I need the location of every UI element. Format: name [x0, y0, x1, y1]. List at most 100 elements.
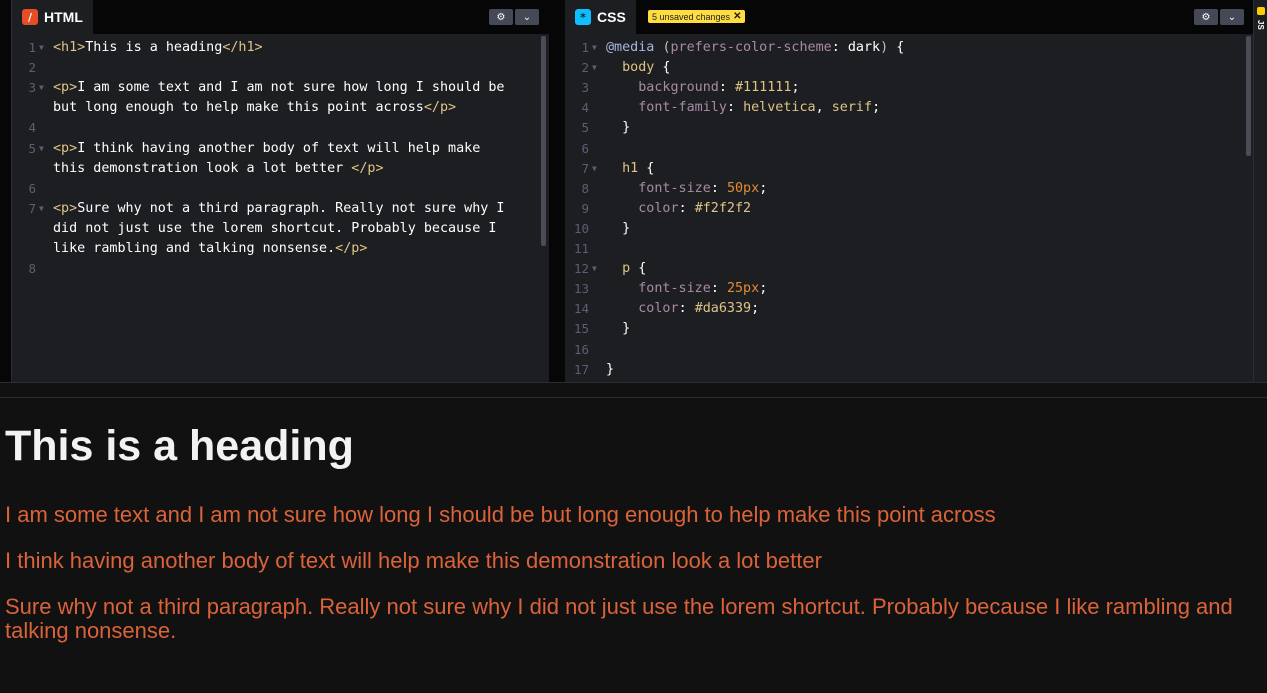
- code-text: background: #111111;: [638, 80, 800, 96]
- js-tab-label: JS: [1256, 20, 1265, 30]
- line-number: 3: [28, 80, 36, 96]
- unsaved-changes-label: 5 unsaved changes: [652, 11, 731, 22]
- css-code-line[interactable]: 17}: [565, 360, 1243, 380]
- line-number: 6: [581, 140, 589, 156]
- line-number: 10: [573, 220, 589, 236]
- fold-arrow-icon[interactable]: ▼: [592, 159, 597, 179]
- html-code-editor[interactable]: 1 ▼ <h1>This is a heading</h1> 2 3 ▼ <p>I am s…: [12, 34, 549, 382]
- js-logo-icon: [1257, 7, 1265, 15]
- html-code-line[interactable]: 6: [12, 179, 539, 199]
- code-text: <p>Sure why not a third paragraph. Reall…: [53, 200, 505, 216]
- preview-paragraph-3: Sure why not a third paragraph. Really n…: [5, 594, 1233, 643]
- fold-arrow-icon[interactable]: ▼: [592, 58, 597, 78]
- line-number: 2: [28, 60, 36, 76]
- html-code-line[interactable]: this demonstration look a lot better </p…: [12, 159, 539, 179]
- css-code-line[interactable]: 1 ▼ @media (prefers-color-scheme: dark) {: [565, 38, 1243, 58]
- line-number: 14: [573, 301, 589, 317]
- css-tab[interactable]: * CSS: [565, 0, 636, 34]
- css-code-line[interactable]: 4 font-family: helvetica, serif;: [565, 98, 1243, 118]
- unsaved-changes-badge[interactable]: 5 unsaved changes ✕: [648, 10, 746, 23]
- css-code-line[interactable]: 15 }: [565, 319, 1243, 339]
- preview-paragraph-2: I think having another body of text will…: [5, 548, 822, 573]
- line-number: 17: [573, 361, 589, 377]
- fold-arrow-icon[interactable]: ▼: [39, 38, 44, 58]
- html-code-line[interactable]: 2: [12, 58, 539, 78]
- line-number: 8: [581, 180, 589, 196]
- chevron-down-icon[interactable]: ⌄: [1220, 9, 1244, 25]
- html-code-line[interactable]: 3 ▼ <p>I am some text and I am not sure ho…: [12, 78, 539, 98]
- html-code-line[interactable]: like rambling and talking nonsense.</p>: [12, 239, 539, 259]
- css-editor-pane: * CSS 5 unsaved changes ✕ ⚙ ⌄ 1 ▼ @media (…: [565, 0, 1253, 382]
- css-scrollbar[interactable]: [1246, 36, 1251, 156]
- line-number: 4: [581, 100, 589, 116]
- code-text: }: [606, 220, 631, 236]
- editor-preview-resizer[interactable]: [0, 382, 1267, 398]
- fold-arrow-icon[interactable]: ▼: [39, 78, 44, 98]
- code-text: font-family: helvetica, serif;: [638, 100, 881, 116]
- html-code-line[interactable]: did not just use the lorem shortcut. Pro…: [12, 219, 539, 239]
- line-number: 13: [573, 281, 589, 297]
- html-code-line[interactable]: 1 ▼ <h1>This is a heading</h1>: [12, 38, 539, 58]
- fold-arrow-icon[interactable]: ▼: [592, 38, 597, 58]
- html-code-line[interactable]: but long enough to help make this point …: [12, 98, 539, 118]
- css-code-line[interactable]: 5 }: [565, 118, 1243, 138]
- html-tabbar: / HTML ⚙ ⌄: [12, 0, 549, 34]
- gear-icon[interactable]: ⚙: [1194, 9, 1218, 25]
- line-number: 5: [28, 140, 36, 156]
- code-text: }: [606, 120, 631, 136]
- css-code-line[interactable]: 13 font-size: 25px;: [565, 279, 1243, 299]
- html-scrollbar[interactable]: [541, 36, 546, 246]
- line-number: 16: [573, 341, 589, 357]
- fold-arrow-icon[interactable]: ▼: [592, 259, 597, 279]
- line-number: 7: [28, 200, 36, 216]
- css-code-line[interactable]: 11: [565, 239, 1243, 259]
- line-number: 11: [573, 241, 589, 256]
- code-text: did not just use the lorem shortcut. Pro…: [53, 220, 497, 236]
- css-tabbar: * CSS 5 unsaved changes ✕ ⚙ ⌄: [565, 0, 1253, 34]
- html-code-line[interactable]: 5 ▼ <p>I think having another body of text…: [12, 139, 539, 159]
- html-code-line[interactable]: 8: [12, 259, 539, 279]
- css-logo-icon: *: [575, 9, 591, 25]
- code-text: like rambling and talking nonsense.</p>: [53, 241, 368, 256]
- line-number: 1: [581, 40, 589, 55]
- line-number: 5: [581, 120, 589, 136]
- css-code-line[interactable]: 3 background: #111111;: [565, 78, 1243, 98]
- code-text: <p>I am some text and I am not sure how …: [53, 80, 505, 96]
- css-code-line[interactable]: 2 ▼ body {: [565, 58, 1243, 78]
- code-text: this demonstration look a lot better </p…: [53, 160, 384, 176]
- html-code-line[interactable]: 4: [12, 118, 539, 138]
- code-text: <h1>This is a heading</h1>: [53, 40, 263, 55]
- js-collapsed-tab[interactable]: JS: [1253, 0, 1267, 382]
- line-number: 8: [28, 261, 36, 277]
- html-logo-icon: /: [22, 9, 38, 25]
- code-text: @media (prefers-color-scheme: dark) {: [606, 40, 905, 55]
- code-text: color: #da6339;: [638, 301, 760, 317]
- close-icon[interactable]: ✕: [733, 11, 741, 22]
- css-code-line[interactable]: 14 color: #da6339;: [565, 299, 1243, 319]
- result-preview: This is a heading I am some text and I a…: [0, 398, 1267, 693]
- code-text: p {: [622, 261, 647, 277]
- line-number: 2: [581, 60, 589, 76]
- gear-icon[interactable]: ⚙: [489, 9, 513, 25]
- css-code-line[interactable]: 8 font-size: 50px;: [565, 179, 1243, 199]
- line-number: 1: [28, 40, 36, 55]
- code-text: font-size: 50px;: [638, 180, 768, 196]
- css-code-editor[interactable]: 1 ▼ @media (prefers-color-scheme: dark) {2…: [565, 34, 1253, 382]
- line-number: 6: [28, 180, 36, 196]
- fold-arrow-icon[interactable]: ▼: [39, 199, 44, 219]
- css-code-line[interactable]: 12 ▼ p {: [565, 259, 1243, 279]
- html-tab[interactable]: / HTML: [12, 0, 93, 34]
- code-text: color: #f2f2f2: [638, 200, 752, 216]
- css-code-line[interactable]: 9 color: #f2f2f2: [565, 199, 1243, 219]
- preview-heading: This is a heading: [5, 422, 354, 470]
- chevron-down-icon[interactable]: ⌄: [515, 9, 539, 25]
- fold-arrow-icon[interactable]: ▼: [39, 139, 44, 159]
- preview-paragraph-1: I am some text and I am not sure how lon…: [5, 502, 996, 527]
- css-code-line[interactable]: 10 }: [565, 219, 1243, 239]
- css-code-line[interactable]: 6: [565, 139, 1243, 159]
- code-text: }: [606, 361, 615, 377]
- html-code-line[interactable]: 7 ▼ <p>Sure why not a third paragraph. Rea…: [12, 199, 539, 219]
- left-edge-gutter: [0, 0, 12, 382]
- css-code-line[interactable]: 7 ▼ h1 {: [565, 159, 1243, 179]
- css-code-line[interactable]: 16: [565, 340, 1243, 360]
